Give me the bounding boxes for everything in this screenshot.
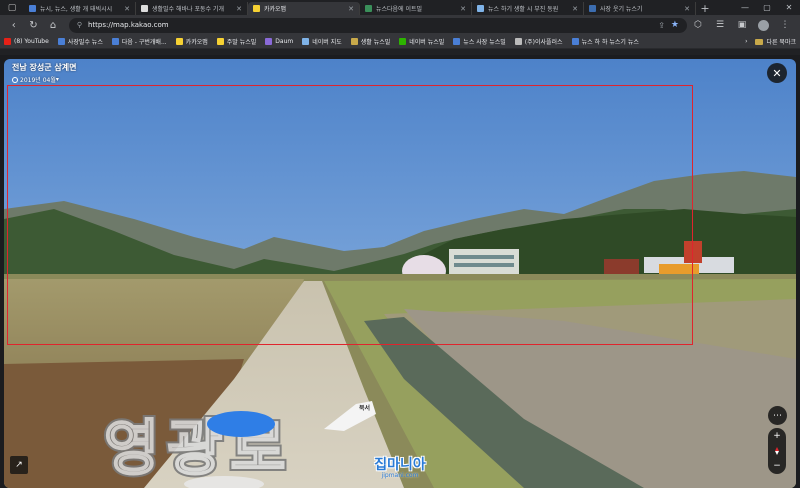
tab-5[interactable]: 사장 웃기 뉴스기 ✕ xyxy=(584,2,696,15)
bookmark-favicon-icon xyxy=(265,38,273,45)
menu-dots-icon[interactable]: ⋮ xyxy=(774,16,796,34)
split-view-icon[interactable]: ▣ xyxy=(731,16,753,34)
capture-date: 2019년 04월 xyxy=(20,77,56,84)
home-icon[interactable]: ⌂ xyxy=(43,16,63,34)
zoom-out-button[interactable]: − xyxy=(773,461,781,471)
close-window-icon[interactable]: ✕ xyxy=(778,0,800,15)
caret-down-icon: ▾ xyxy=(55,76,59,83)
url-text: https://map.kakao.com xyxy=(87,21,169,29)
tab-search-icon[interactable]: ▢ xyxy=(0,0,24,15)
bookmark-item[interactable]: 카카오맵 xyxy=(175,37,208,46)
back-arrow-icon[interactable]: ‹ xyxy=(4,16,24,34)
tab-close-icon[interactable]: ✕ xyxy=(124,5,130,13)
zoom-control: + − xyxy=(768,428,786,474)
bookmark-favicon-icon xyxy=(453,38,461,45)
bookmark-item[interactable]: 네이버 뉴스밀 xyxy=(399,37,444,46)
compass-icon[interactable] xyxy=(773,447,781,455)
tab-3[interactable]: 뉴스다음에 이트밀 ✕ xyxy=(360,2,472,15)
tab-favicon-icon xyxy=(589,5,596,12)
chevron-right-icon[interactable]: › xyxy=(745,38,747,45)
bookmark-item[interactable]: 뉴스 하 하 뉴스기 뉴스 xyxy=(571,37,639,46)
more-options-button[interactable]: ⋯ xyxy=(768,406,787,425)
window-controls: — ▢ ✕ xyxy=(734,0,800,15)
toolbar-actions: ⬡ ☰ ▣ ⋮ xyxy=(687,16,796,34)
bookmark-favicon-icon xyxy=(571,38,579,45)
extensions-icon[interactable]: ⬡ xyxy=(687,16,709,34)
watermark-logo: 집마니아 jipmani.com xyxy=(364,458,436,486)
tab-favicon-icon xyxy=(253,5,260,12)
bookmark-item[interactable]: 다음 - 구번개배... xyxy=(111,37,167,46)
tab-title: 뉴시, 뉴스, 생활 개 태빅시시 xyxy=(40,6,113,13)
site-info-icon[interactable]: ⚲ xyxy=(77,21,82,29)
maximize-icon[interactable]: ▢ xyxy=(756,0,778,15)
close-roadview-button[interactable]: ✕ xyxy=(767,63,787,83)
folder-icon xyxy=(755,38,764,45)
bookmark-favicon-icon xyxy=(4,38,11,45)
tab-title: 뉴스 하기 생활 시 부진 동원 xyxy=(488,6,559,13)
direction-label: 북서 xyxy=(359,405,371,412)
place-title: 전남 장성군 삼계면 xyxy=(12,63,77,72)
expand-map-button[interactable]: ↗ xyxy=(10,456,28,474)
bookmark-favicon-icon xyxy=(175,38,183,45)
tab-2-active[interactable]: 카카오맵 ✕ xyxy=(248,2,360,15)
bookmark-star-icon[interactable]: ★ xyxy=(671,20,679,30)
bookmark-item[interactable]: 생활 뉴스밀 xyxy=(350,37,390,46)
bookmark-item[interactable]: 네이버 지도 xyxy=(302,37,342,46)
bookmark-favicon-icon xyxy=(111,38,119,45)
reading-list-icon[interactable]: ☰ xyxy=(709,16,731,34)
new-tab-button[interactable]: + xyxy=(696,2,714,15)
profile-avatar[interactable] xyxy=(758,19,769,31)
tab-close-icon[interactable]: ✕ xyxy=(684,5,690,13)
watermark-url: jipmani.com xyxy=(381,472,419,479)
tab-close-icon[interactable]: ✕ xyxy=(460,5,466,13)
bookmark-favicon-icon xyxy=(216,38,224,45)
bookmark-item[interactable]: (주)이사플러스 xyxy=(514,37,563,46)
tab-title: 뉴스다음에 이트밀 xyxy=(376,6,423,13)
tab-4[interactable]: 뉴스 하기 생활 시 부진 동원 ✕ xyxy=(472,2,584,15)
bookmarks-bar: (8) YouTube 사장밀수 뉴스 다음 - 구번개배... 카카오맵 주말… xyxy=(0,35,800,49)
bookmark-item[interactable]: Daum xyxy=(265,38,293,45)
tab-close-icon[interactable]: ✕ xyxy=(348,5,354,13)
browser-toolbar: ‹ ↻ ⌂ ⚲ https://map.kakao.com ⇪ ★ ⬡ ☰ ▣ … xyxy=(0,15,800,35)
tab-favicon-icon xyxy=(29,5,36,12)
tab-title: 생활밀수 해바나 포동수 기개 xyxy=(152,6,224,13)
capture-date-selector[interactable]: 2019년 04월 ▾ xyxy=(12,75,59,84)
current-direction-marker[interactable] xyxy=(207,411,275,437)
tab-favicon-icon xyxy=(477,5,484,12)
address-bar[interactable]: ⚲ https://map.kakao.com ⇪ ★ xyxy=(68,17,687,33)
bookmark-item[interactable]: 주말 뉴스밀 xyxy=(216,37,256,46)
reload-icon[interactable]: ↻ xyxy=(24,16,44,34)
tab-0[interactable]: 뉴시, 뉴스, 생활 개 태빅시시 ✕ xyxy=(24,2,136,15)
minimize-icon[interactable]: — xyxy=(734,0,756,15)
share-icon[interactable]: ⇪ xyxy=(658,21,665,30)
bookmark-item[interactable]: 뉴스 사장 뉴스밀 xyxy=(453,37,506,46)
other-bookmarks[interactable]: › 다른 북마크 xyxy=(745,37,796,46)
tab-1[interactable]: 생활밀수 해바나 포동수 기개 ✕ xyxy=(136,2,248,15)
bookmark-item[interactable]: 사장밀수 뉴스 xyxy=(57,37,103,46)
bookmark-favicon-icon xyxy=(514,38,522,45)
bookmark-item[interactable]: (8) YouTube xyxy=(4,38,49,45)
zoom-in-button[interactable]: + xyxy=(773,431,781,441)
tab-close-icon[interactable]: ✕ xyxy=(572,5,578,13)
bookmark-favicon-icon xyxy=(399,38,407,45)
tab-title: 카카오맵 xyxy=(264,6,287,13)
tab-strip: ▢ 뉴시, 뉴스, 생활 개 태빅시시 ✕ 생활밀수 해바나 포동수 기개 ✕ … xyxy=(0,0,800,15)
tab-favicon-icon xyxy=(141,5,148,12)
tab-title: 사장 웃기 뉴스기 xyxy=(600,6,643,13)
tab-favicon-icon xyxy=(365,5,372,12)
bookmark-favicon-icon xyxy=(350,38,358,45)
watermark-text: 집마니아 xyxy=(374,457,426,473)
bookmark-favicon-icon xyxy=(57,38,65,45)
clock-icon xyxy=(12,76,18,83)
tab-close-icon[interactable]: ✕ xyxy=(236,5,242,13)
highlight-region xyxy=(7,85,693,345)
bookmark-favicon-icon xyxy=(302,38,310,45)
